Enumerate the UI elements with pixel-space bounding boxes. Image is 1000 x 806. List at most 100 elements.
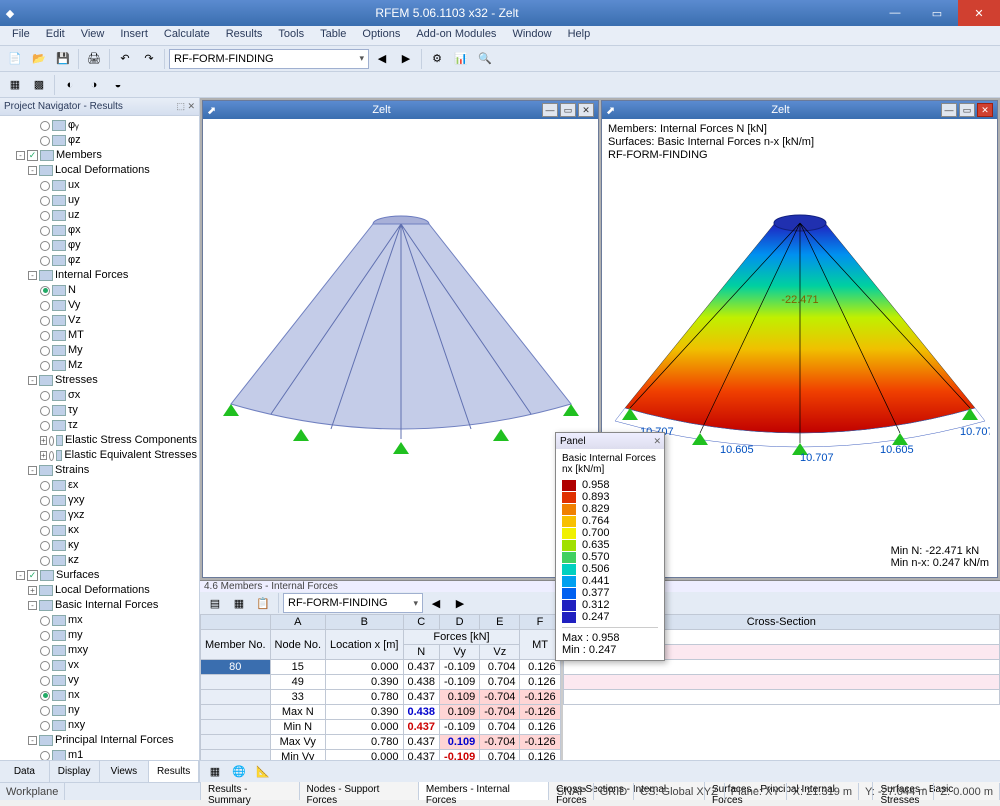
status-grid[interactable]: GRID [594, 783, 635, 800]
legend-panel[interactable]: Panel Basic Internal Forces nx [kN/m] 0.… [555, 432, 665, 661]
radio[interactable] [49, 436, 54, 446]
radio[interactable] [40, 616, 50, 626]
navigator-tree[interactable]: φᵧφz-Members-Local Deformationsuxuyuzφxφ… [0, 116, 199, 760]
tree-label[interactable]: Local Deformations [55, 583, 150, 598]
tree-label[interactable]: Vy [68, 298, 80, 313]
tree-label[interactable]: nxy [68, 718, 85, 733]
radio[interactable] [40, 256, 50, 266]
minimize-button[interactable]: — [874, 0, 916, 26]
min-icon[interactable]: — [542, 103, 558, 117]
tree-label[interactable]: Local Deformations [55, 163, 150, 178]
tree-label[interactable]: γxy [68, 493, 85, 508]
tree-label[interactable]: κy [68, 538, 79, 553]
table-tool-icon[interactable]: 📋 [252, 592, 274, 614]
redo-icon[interactable]: ↷ [138, 48, 160, 70]
print-icon[interactable]: 🖨 [83, 48, 105, 70]
tree-label[interactable]: Mz [68, 358, 83, 373]
radio[interactable] [40, 211, 50, 221]
menu-edit[interactable]: Edit [38, 26, 73, 45]
nav-tab-results[interactable]: Results [149, 761, 199, 782]
menu-options[interactable]: Options [354, 26, 408, 45]
new-icon[interactable]: 📄 [4, 48, 26, 70]
radio[interactable] [40, 226, 50, 236]
tree-label[interactable]: κz [68, 553, 79, 568]
status-snap[interactable]: SNAP [551, 783, 594, 800]
menu-table[interactable]: Table [312, 26, 354, 45]
max-icon[interactable]: ▭ [560, 103, 576, 117]
tree-label[interactable]: nx [68, 688, 80, 703]
vis-icon[interactable]: 🌐 [228, 761, 250, 783]
expander-icon[interactable]: - [28, 376, 37, 385]
tree-label[interactable]: my [68, 628, 83, 643]
tree-label[interactable]: ny [68, 703, 80, 718]
tree-label[interactable]: Vz [68, 313, 81, 328]
close-button[interactable]: ✕ [958, 0, 1000, 26]
view-icon[interactable]: ◑ [83, 74, 105, 96]
result-tab[interactable]: Members - Internal Forces [418, 781, 549, 800]
radio[interactable] [40, 556, 50, 566]
radio[interactable] [40, 316, 50, 326]
radio[interactable] [40, 241, 50, 251]
tool-icon[interactable]: 🔍 [474, 48, 496, 70]
checkbox[interactable] [27, 570, 38, 581]
legend-title[interactable]: Panel [556, 433, 664, 449]
radio[interactable] [40, 421, 50, 431]
close-icon[interactable]: ✕ [578, 103, 594, 117]
next-icon[interactable]: ▶ [395, 48, 417, 70]
tree-label[interactable]: σx [68, 388, 80, 403]
vis-icon[interactable]: 📐 [252, 761, 274, 783]
checkbox[interactable] [27, 150, 38, 161]
tree-label[interactable]: N [68, 283, 76, 298]
radio[interactable] [40, 646, 50, 656]
result-tab[interactable]: Nodes - Support Forces [299, 781, 419, 800]
tree-label[interactable]: Basic Internal Forces [55, 598, 158, 613]
radio[interactable] [40, 496, 50, 506]
viewport-left[interactable]: x y z [203, 119, 598, 577]
tool-icon[interactable]: ⚙ [426, 48, 448, 70]
tree-label[interactable]: MT [68, 328, 84, 343]
table-combo[interactable]: RF-FORM-FINDING [283, 593, 423, 613]
tree-label[interactable]: εx [68, 478, 78, 493]
next-icon[interactable]: ▶ [449, 592, 471, 614]
radio[interactable] [40, 121, 50, 131]
radio[interactable] [40, 286, 50, 296]
radio[interactable] [49, 451, 54, 461]
tree-label[interactable]: φz [68, 253, 81, 268]
radio[interactable] [40, 541, 50, 551]
radio[interactable] [40, 406, 50, 416]
expander-icon[interactable]: - [28, 166, 37, 175]
nav-tab-display[interactable]: Display [50, 761, 100, 782]
prev-icon[interactable]: ◀ [425, 592, 447, 614]
menu-file[interactable]: File [4, 26, 38, 45]
expander-icon[interactable]: + [28, 586, 37, 595]
tree-label[interactable]: mxy [68, 643, 88, 658]
radio[interactable] [40, 196, 50, 206]
max-icon[interactable]: ▭ [959, 103, 975, 117]
expander-icon[interactable]: - [16, 151, 25, 160]
radio[interactable] [40, 751, 50, 761]
tree-label[interactable]: τz [68, 418, 78, 433]
expander-icon[interactable]: - [16, 571, 25, 580]
tree-label[interactable]: uy [68, 193, 80, 208]
view-icon[interactable]: ▦ [4, 74, 26, 96]
radio[interactable] [40, 331, 50, 341]
maximize-button[interactable]: ▭ [916, 0, 958, 26]
result-tab[interactable]: Results - Summary [200, 781, 300, 800]
radio[interactable] [40, 721, 50, 731]
tree-label[interactable]: Elastic Equivalent Stresses [64, 448, 197, 463]
tree-label[interactable]: Internal Forces [55, 268, 128, 283]
tree-label[interactable]: vy [68, 673, 79, 688]
undo-icon[interactable]: ↶ [114, 48, 136, 70]
menu-tools[interactable]: Tools [270, 26, 312, 45]
radio[interactable] [40, 361, 50, 371]
tree-label[interactable]: Strains [55, 463, 89, 478]
radio[interactable] [40, 631, 50, 641]
tree-label[interactable]: φᵧ [68, 118, 79, 133]
radio[interactable] [40, 391, 50, 401]
view-icon[interactable]: ▩ [28, 74, 50, 96]
tool-icon[interactable]: 📊 [450, 48, 472, 70]
vis-icon[interactable]: ▦ [204, 761, 226, 783]
tree-label[interactable]: τy [68, 403, 78, 418]
radio[interactable] [40, 676, 50, 686]
tree-label[interactable]: Members [56, 148, 102, 163]
